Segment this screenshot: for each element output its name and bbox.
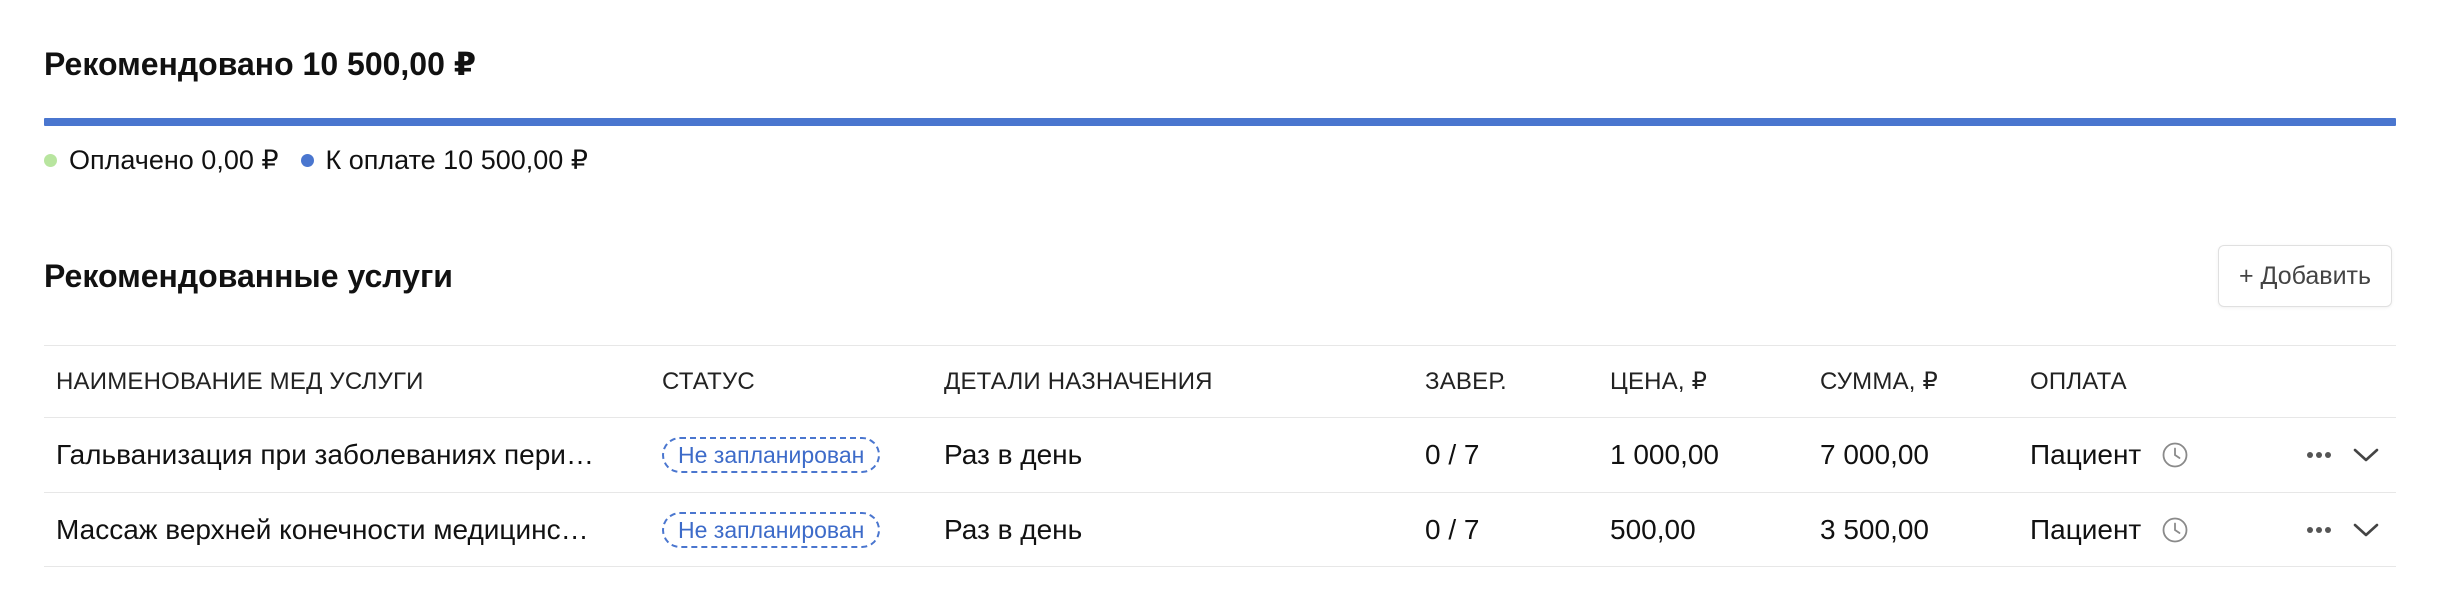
paid-dot-icon bbox=[44, 153, 57, 167]
legend-paid-label: Оплачено 0,00 ₽ bbox=[69, 144, 279, 175]
service-details: Раз в день bbox=[944, 439, 1083, 470]
legend-item-due: К оплате 10 500,00 ₽ bbox=[300, 144, 588, 176]
service-name[interactable]: Гальванизация при заболеваниях пери… bbox=[56, 439, 594, 471]
column-header-done: ЗАВЕР. bbox=[1425, 367, 1507, 395]
column-header-price: ЦЕНА, ₽ bbox=[1610, 368, 1708, 395]
table-row[interactable]: Массаж верхней конечности медицинс… Не з… bbox=[44, 492, 2396, 567]
add-service-button[interactable]: + Добавить bbox=[2218, 245, 2392, 307]
chevron-down-icon[interactable] bbox=[2352, 447, 2380, 463]
recommended-services-panel: Рекомендовано 10 500,00 ₽ Оплачено 0,00 … bbox=[0, 0, 2440, 610]
payment-legend: Оплачено 0,00 ₽ К оплате 10 500,00 ₽ bbox=[44, 142, 610, 178]
service-sum: 3 500,00 bbox=[1820, 513, 1929, 545]
legend-item-paid: Оплачено 0,00 ₽ bbox=[44, 145, 279, 176]
service-done-count: 0 / 7 bbox=[1425, 513, 1480, 545]
legend-due-label: К оплате 10 500,00 ₽ bbox=[325, 144, 588, 175]
service-payment: Пациент bbox=[2030, 439, 2142, 470]
column-header-status: СТАТУС bbox=[662, 367, 755, 395]
due-dot-icon bbox=[300, 153, 314, 167]
service-details: Раз в день bbox=[944, 513, 1083, 545]
service-price: 1 000,00 bbox=[1610, 439, 1719, 470]
clock-icon[interactable] bbox=[2161, 441, 2189, 469]
table-header-row: НАИМЕНОВАНИЕ МЕД УСЛУГИ СТАТУС ДЕТАЛИ НА… bbox=[44, 345, 2396, 417]
summary-title: Рекомендовано 10 500,00 ₽ bbox=[44, 46, 477, 82]
service-price: 500,00 bbox=[1610, 513, 1696, 545]
payment-progress-bar bbox=[44, 118, 2396, 126]
section-title: Рекомендованные услуги bbox=[44, 258, 453, 294]
column-header-details: ДЕТАЛИ НАЗНАЧЕНИЯ bbox=[944, 367, 1213, 395]
table-row[interactable]: Гальванизация при заболеваниях пери… Не … bbox=[44, 417, 2396, 492]
column-header-name: НАИМЕНОВАНИЕ МЕД УСЛУГИ bbox=[56, 367, 424, 395]
chevron-down-icon[interactable] bbox=[2352, 522, 2380, 538]
more-icon[interactable] bbox=[2306, 526, 2332, 534]
service-sum: 7 000,00 bbox=[1820, 439, 1929, 470]
more-icon[interactable] bbox=[2306, 451, 2332, 459]
service-done-count: 0 / 7 bbox=[1425, 439, 1480, 470]
services-table: НАИМЕНОВАНИЕ МЕД УСЛУГИ СТАТУС ДЕТАЛИ НА… bbox=[44, 345, 2396, 567]
clock-icon[interactable] bbox=[2161, 516, 2189, 544]
column-header-sum: СУММА, ₽ bbox=[1820, 368, 1938, 395]
service-payment: Пациент bbox=[2030, 513, 2142, 545]
status-badge: Не запланирован bbox=[662, 437, 881, 473]
column-header-payment: ОПЛАТА bbox=[2030, 367, 2127, 395]
service-name[interactable]: Массаж верхней конечности медицинс… bbox=[56, 514, 589, 546]
status-badge: Не запланирован bbox=[662, 511, 881, 548]
